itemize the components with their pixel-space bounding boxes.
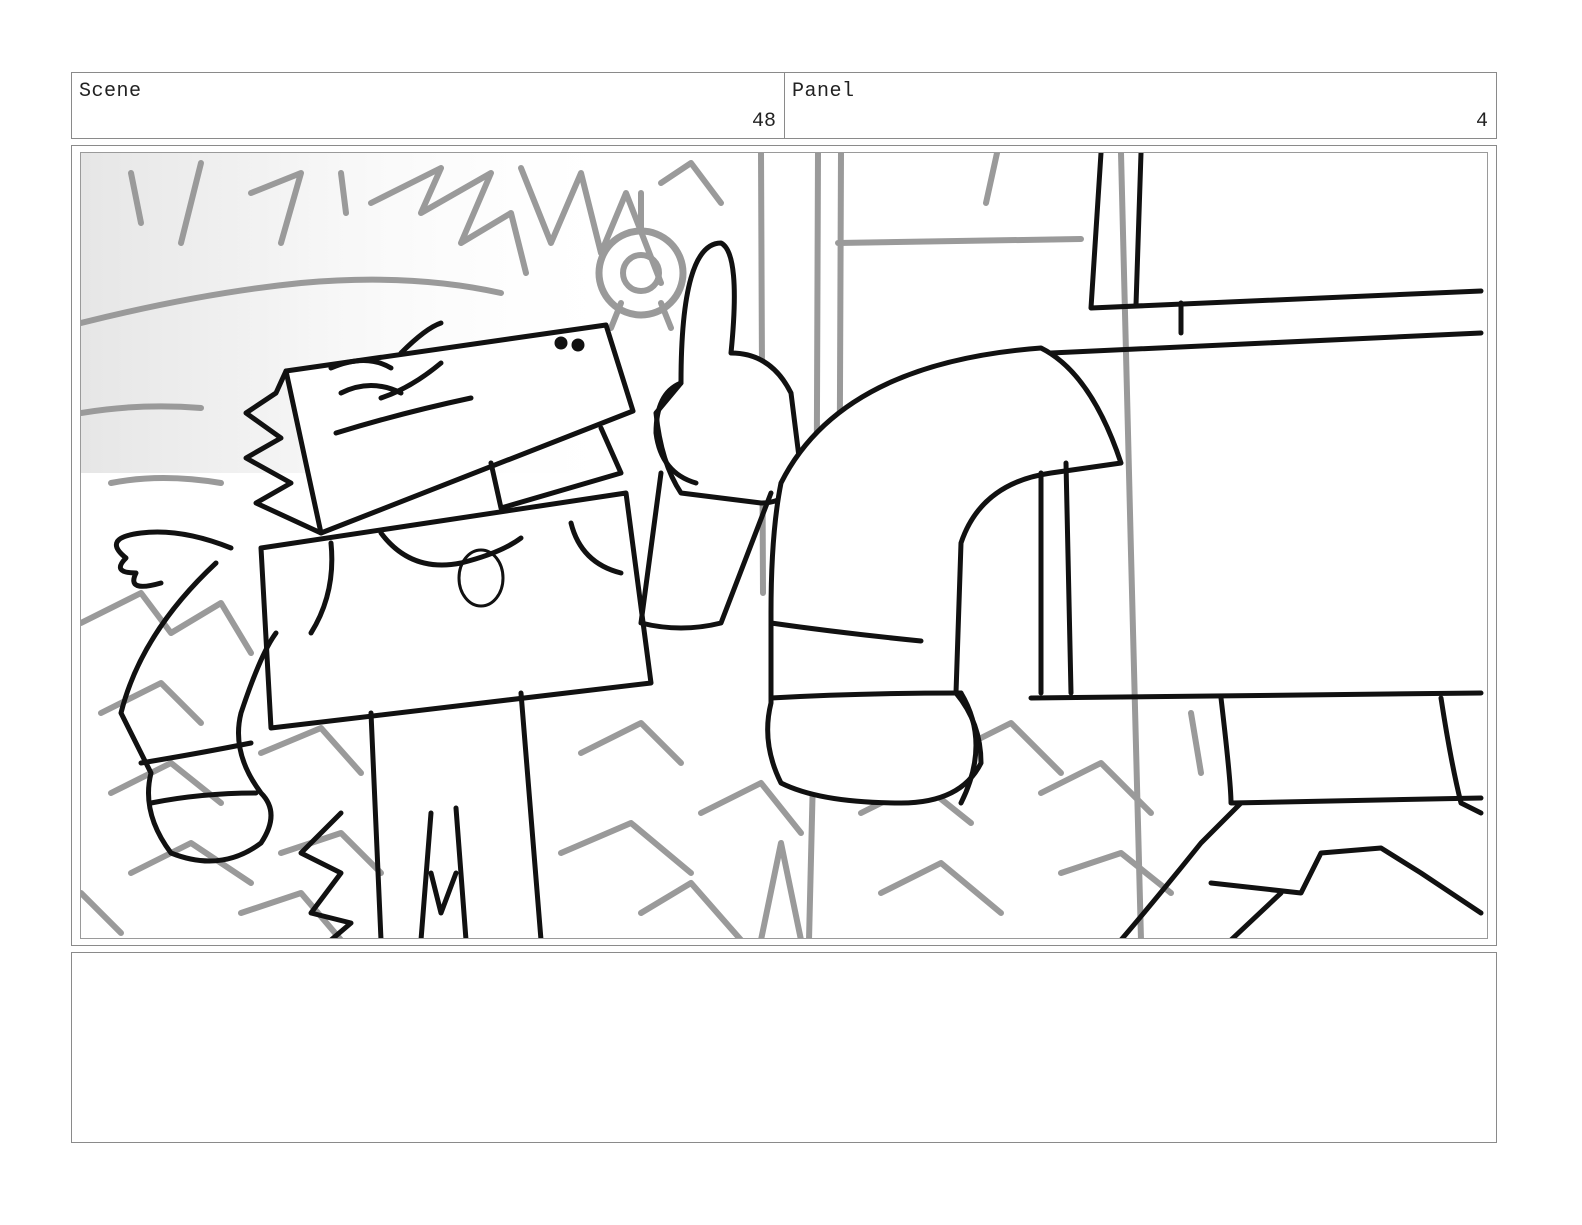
panel-cell: Panel 4 bbox=[785, 73, 1496, 138]
panel-drawing-area bbox=[80, 152, 1488, 939]
panel-frame bbox=[71, 145, 1497, 946]
scene-number: 48 bbox=[751, 110, 776, 133]
panel-label: Panel bbox=[792, 80, 855, 103]
scene-label: Scene bbox=[79, 80, 142, 103]
panel-number: 4 bbox=[1475, 110, 1488, 133]
storyboard-sketch bbox=[81, 153, 1484, 938]
scene-cell: Scene 48 bbox=[72, 73, 785, 138]
storyboard-header: Scene 48 Panel 4 bbox=[71, 72, 1497, 139]
notes-box bbox=[71, 952, 1497, 1143]
